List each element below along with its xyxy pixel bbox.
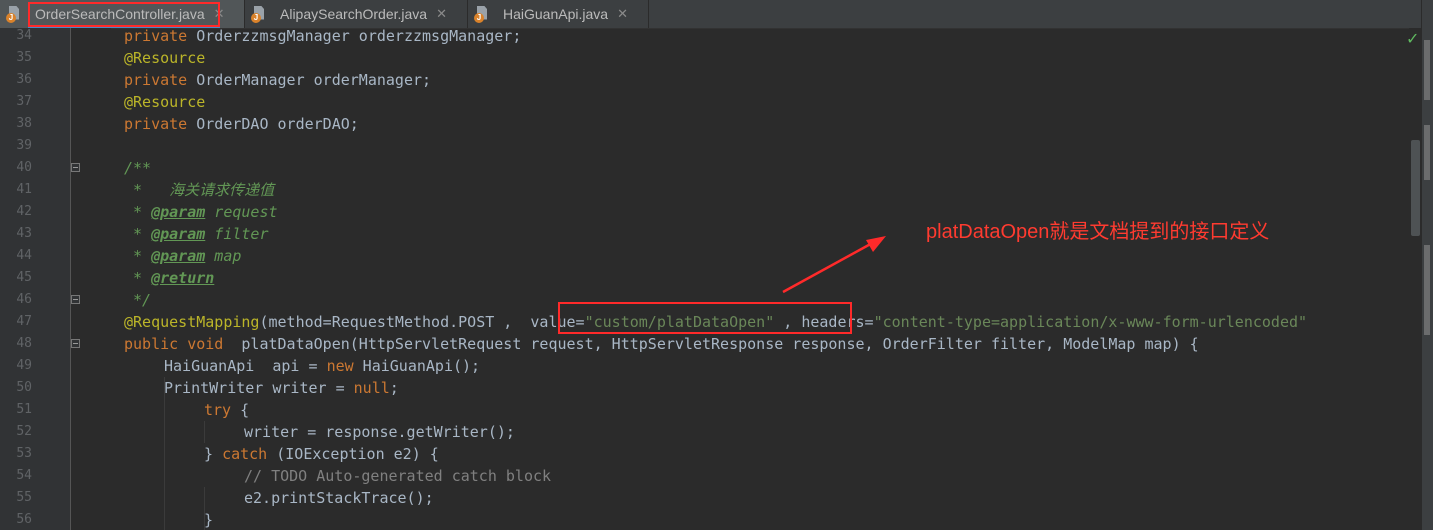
line-number: 37: [16, 94, 32, 109]
line-number: 50: [16, 380, 32, 395]
line-number: 39: [16, 138, 32, 153]
checkmark-icon: ✓: [1406, 29, 1420, 48]
code-line-34: private OrderzzmsgManager orderzzmsgMana…: [124, 28, 522, 45]
code-line-35: @Resource: [124, 49, 206, 67]
line-number: 48: [16, 336, 32, 351]
code-line-38: private OrderDAO orderDAO;: [124, 115, 359, 133]
java-file-icon: J: [474, 5, 489, 23]
line-number: 46: [16, 292, 32, 307]
close-icon[interactable]: ✕: [617, 6, 628, 22]
fold-marker[interactable]: [71, 339, 80, 348]
scrollbar-thumb[interactable]: [1411, 140, 1420, 236]
line-number: 35: [16, 50, 32, 65]
code-line-46: */: [124, 291, 152, 309]
line-number: 43: [16, 226, 32, 241]
fold-marker[interactable]: [71, 163, 80, 172]
fold-marker[interactable]: [71, 295, 80, 304]
line-number: 41: [16, 182, 32, 197]
tool-window-tab[interactable]: [1424, 125, 1430, 180]
code-line-40: /**: [124, 159, 152, 177]
line-number: 55: [16, 490, 32, 505]
java-file-icon: J: [6, 5, 21, 23]
code-line-44: * @param map: [124, 247, 242, 265]
line-number: 51: [16, 402, 32, 417]
line-number: 53: [16, 446, 32, 461]
value-highlight-box: [558, 302, 852, 334]
code-line-56: }: [204, 511, 214, 529]
code-line-51: try {: [204, 401, 250, 419]
line-number: 45: [16, 270, 32, 285]
code-line-48: public void platDataOpen(HttpServletRequ…: [124, 335, 1199, 353]
tab-label: AlipaySearchOrder.java: [280, 6, 428, 22]
line-number: 34: [16, 28, 32, 43]
line-number: 44: [16, 248, 32, 263]
tab-label: HaiGuanApi.java: [503, 6, 609, 22]
code-line-55: e2.printStackTrace();: [244, 489, 434, 507]
line-number: 42: [16, 204, 32, 219]
close-icon[interactable]: ✕: [436, 6, 447, 22]
code-line-36: private OrderManager orderManager;: [124, 71, 432, 89]
code-line-53: } catch (IOException e2) {: [204, 445, 439, 463]
indent-guide: [204, 421, 205, 443]
code-line-52: writer = response.getWriter();: [244, 423, 515, 441]
line-number: 52: [16, 424, 32, 439]
code-line-49: HaiGuanApi api = new HaiGuanApi();: [164, 357, 481, 375]
java-file-icon: J: [251, 5, 266, 23]
code-line-45: * @return: [124, 269, 215, 287]
code-editor[interactable]: 34 35 36 37 38 39 40 41 42 43 44 45 46 4…: [0, 28, 1421, 530]
code-line-41: * 海关请求传递值: [124, 181, 275, 199]
annotation-text: platDataOpen就是文档提到的接口定义: [926, 221, 1270, 243]
tab-highlight-box: [28, 2, 220, 27]
line-number: 54: [16, 468, 32, 483]
indent-guide: [164, 377, 165, 530]
line-number: 38: [16, 116, 32, 131]
line-number: 40: [16, 160, 32, 175]
code-line-50: PrintWriter writer = null;: [164, 379, 399, 397]
line-number: 36: [16, 72, 32, 87]
line-number: 56: [16, 512, 32, 527]
tab-haiguan-api[interactable]: J HaiGuanApi.java ✕: [468, 0, 648, 28]
tool-window-tab[interactable]: [1424, 40, 1430, 100]
code-line-37: @Resource: [124, 93, 206, 111]
line-number: 47: [16, 314, 32, 329]
tab-alipay-search-order[interactable]: J AlipaySearchOrder.java ✕: [245, 0, 467, 28]
code-line-42: * @param request: [124, 203, 278, 221]
code-line-43: * @param filter: [124, 225, 269, 243]
tool-window-tab[interactable]: [1424, 245, 1430, 335]
vertical-scrollbar[interactable]: [1409, 28, 1421, 530]
line-number: 49: [16, 358, 32, 373]
code-line-54: // TODO Auto-generated catch block: [244, 467, 552, 485]
